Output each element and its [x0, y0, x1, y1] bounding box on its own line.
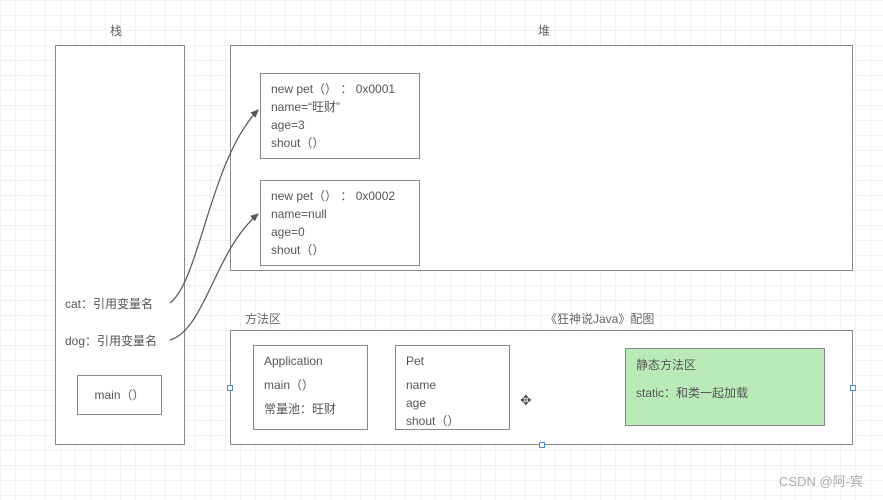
heap-obj2-line1: new pet（） ： 0x0002	[271, 187, 409, 205]
method-pet-line2: age	[406, 394, 499, 412]
method-application-line1: main（）	[264, 376, 357, 394]
heap-obj1-line4: shout（）	[271, 134, 409, 152]
heap-obj2: new pet（） ： 0x0002 name=null age=0 shout…	[260, 180, 420, 266]
method-static-box: 静态方法区 static：和类一起加载	[625, 348, 825, 426]
heap-label: 堆	[538, 22, 550, 39]
heap-obj2-line3: age=0	[271, 223, 409, 241]
heap-obj1: new pet（） ： 0x0001 name=“旺财” age=3 shout…	[260, 73, 420, 159]
heap-obj2-line4: shout（）	[271, 241, 409, 259]
method-pet-title: Pet	[406, 352, 499, 370]
heap-obj1-line1: new pet（） ： 0x0001	[271, 80, 409, 98]
move-cursor-icon: ✥	[520, 392, 532, 409]
method-application-line2: 常量池：旺财	[264, 400, 357, 418]
attribution: CSDN @阿-宾	[779, 471, 863, 490]
method-pet-line3: shout（）	[406, 412, 499, 430]
diagram-caption: 《狂神说Java》配图	[545, 310, 654, 327]
heap-obj1-line2: name=“旺财”	[271, 98, 409, 116]
resize-handle-icon[interactable]	[539, 442, 545, 448]
heap-obj2-line2: name=null	[271, 205, 409, 223]
stack-var-dog: dog：引用变量名	[65, 332, 157, 351]
stack-main-label: main（）	[94, 388, 144, 402]
stack-label: 栈	[110, 22, 122, 39]
method-static-line1: static：和类一起加载	[636, 383, 814, 405]
method-application-title: Application	[264, 352, 357, 370]
method-area-label: 方法区	[245, 310, 281, 327]
heap-obj1-line3: age=3	[271, 116, 409, 134]
stack-main-box: main（）	[77, 375, 162, 415]
resize-handle-icon[interactable]	[227, 385, 233, 391]
method-pet-box: Pet name age shout（）	[395, 345, 510, 430]
method-pet-line1: name	[406, 376, 499, 394]
stack-var-cat: cat：引用变量名	[65, 295, 153, 314]
method-static-title: 静态方法区	[636, 355, 814, 377]
resize-handle-icon[interactable]	[850, 385, 856, 391]
method-application-box: Application main（） 常量池：旺财	[253, 345, 368, 430]
